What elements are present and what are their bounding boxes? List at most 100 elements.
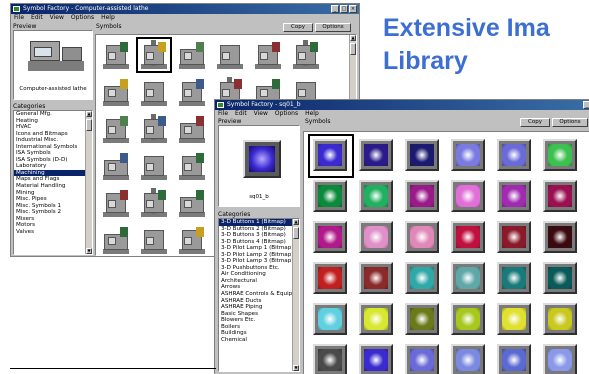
- machine-symbol[interactable]: [174, 185, 210, 221]
- machine-symbol[interactable]: [136, 222, 172, 255]
- headline: Extensive Ima Library: [383, 12, 589, 78]
- menu-file[interactable]: File: [218, 110, 228, 118]
- 3d-button-symbol[interactable]: [448, 259, 490, 299]
- categories-scrollbar[interactable]: ▲ ▼: [85, 111, 92, 254]
- button-preview-image: [243, 140, 281, 178]
- scroll-up-arrow-icon[interactable]: ▲: [293, 219, 299, 225]
- 3d-button-symbol[interactable]: [540, 341, 582, 374]
- 3d-button-symbol[interactable]: [356, 259, 398, 299]
- 3d-button-symbol[interactable]: [310, 218, 352, 258]
- window-titlebar[interactable]: Symbol Factory - sq01_b _: [215, 100, 589, 110]
- 3d-button-symbol[interactable]: [356, 218, 398, 258]
- menu-edit[interactable]: Edit: [235, 110, 247, 118]
- category-item[interactable]: 3-D Pilot Lamp 1 (Bitmap): [219, 245, 299, 252]
- close-button[interactable]: ×: [349, 5, 357, 13]
- 3d-button-symbol[interactable]: [540, 300, 582, 340]
- machine-symbol[interactable]: [174, 148, 210, 184]
- machine-symbol[interactable]: [98, 74, 134, 110]
- 3d-button-symbol[interactable]: [310, 300, 352, 340]
- 3d-button-symbol[interactable]: [540, 177, 582, 217]
- preview-label: Preview: [218, 118, 242, 125]
- 3d-button-symbol[interactable]: [540, 218, 582, 258]
- copy-button[interactable]: Copy: [283, 23, 313, 32]
- 3d-button-symbol[interactable]: [448, 341, 490, 374]
- menu-view[interactable]: View: [254, 110, 268, 118]
- 3d-button-symbol[interactable]: [448, 177, 490, 217]
- scroll-thumb[interactable]: [350, 43, 356, 55]
- 3d-button-symbol[interactable]: [308, 134, 354, 178]
- 3d-button-symbol[interactable]: [494, 218, 536, 258]
- menu-options[interactable]: Options: [275, 110, 298, 118]
- 3d-button-symbol[interactable]: [448, 300, 490, 340]
- machine-symbol[interactable]: [98, 222, 134, 255]
- 3d-button-symbol[interactable]: [402, 341, 444, 374]
- categories-list[interactable]: General Mfg. Heating HVAC Icons and Bitmaps…: [13, 110, 93, 255]
- scroll-up-arrow-icon[interactable]: ▲: [86, 111, 92, 117]
- categories-list[interactable]: 3-D Buttons 1 (Bitmap) 3-D Buttons 2 (Bit…: [218, 218, 300, 372]
- machine-symbol[interactable]: [174, 74, 210, 110]
- 3d-button-symbol[interactable]: [310, 259, 352, 299]
- menu-help[interactable]: Help: [305, 110, 319, 118]
- 3d-button-symbol[interactable]: [356, 300, 398, 340]
- 3d-button-symbol[interactable]: [494, 177, 536, 217]
- category-item[interactable]: ASHRAE Controls & Equip.: [219, 291, 299, 298]
- categories-scrollbar[interactable]: ▲ ▼: [292, 219, 299, 371]
- machine-symbol[interactable]: [136, 111, 172, 147]
- minimize-button[interactable]: _: [331, 5, 339, 13]
- menu-view[interactable]: View: [50, 14, 64, 22]
- scroll-down-arrow-icon[interactable]: ▼: [293, 365, 299, 371]
- 3d-button-symbol[interactable]: [494, 341, 536, 374]
- scroll-thumb[interactable]: [86, 119, 92, 131]
- 3d-button-symbol[interactable]: [448, 136, 490, 176]
- 3d-button-symbol[interactable]: [540, 136, 582, 176]
- machine-symbol[interactable]: [98, 185, 134, 221]
- machine-symbol[interactable]: [174, 222, 210, 255]
- 3d-button-symbol[interactable]: [494, 300, 536, 340]
- machine-symbol[interactable]: [174, 111, 210, 147]
- menu-edit[interactable]: Edit: [31, 14, 43, 22]
- 3d-button-symbol[interactable]: [494, 259, 536, 299]
- maximize-button[interactable]: □: [340, 5, 348, 13]
- 3d-button-symbol[interactable]: [310, 177, 352, 217]
- menu-file[interactable]: File: [14, 14, 24, 22]
- category-items: General Mfg. Heating HVAC Icons and Bitmaps…: [14, 111, 92, 235]
- scroll-thumb[interactable]: [293, 227, 299, 239]
- machine-symbol[interactable]: [288, 37, 324, 73]
- scroll-up-arrow-icon[interactable]: ▲: [350, 35, 356, 41]
- 3d-button-symbol[interactable]: [310, 341, 352, 374]
- options-button[interactable]: Options: [552, 118, 588, 127]
- 3d-button-symbol[interactable]: [356, 136, 398, 176]
- options-button[interactable]: Options: [315, 23, 351, 32]
- machine-symbol[interactable]: [174, 37, 210, 73]
- window-titlebar[interactable]: Symbol Factory - Computer-assisted lathe…: [11, 4, 359, 14]
- scroll-down-arrow-icon[interactable]: ▼: [86, 248, 92, 254]
- machine-symbol[interactable]: [98, 148, 134, 184]
- 3d-button-symbol[interactable]: [448, 218, 490, 258]
- 3d-button-symbol[interactable]: [356, 341, 398, 374]
- machine-symbol[interactable]: [136, 74, 172, 110]
- machine-symbol[interactable]: [136, 37, 172, 73]
- machine-symbol[interactable]: [98, 111, 134, 147]
- window-symbol-factory-buttons[interactable]: Symbol Factory - sq01_b _ File Edit View…: [214, 99, 589, 374]
- machine-symbol[interactable]: [136, 148, 172, 184]
- machine-symbol[interactable]: [212, 37, 248, 73]
- menu-options[interactable]: Options: [71, 14, 94, 22]
- 3d-button-symbol[interactable]: [402, 177, 444, 217]
- 3d-button-symbol[interactable]: [402, 136, 444, 176]
- 3d-button-symbol[interactable]: [402, 218, 444, 258]
- minimize-button[interactable]: _: [583, 101, 589, 109]
- 3d-button-symbol[interactable]: [402, 259, 444, 299]
- category-item[interactable]: Valves: [14, 229, 92, 236]
- copy-button[interactable]: Copy: [520, 118, 550, 127]
- machine-symbol[interactable]: [98, 37, 134, 73]
- 3d-button-symbol[interactable]: [540, 259, 582, 299]
- category-item[interactable]: 3-D Pilot Lamp 3 (Bitmap): [219, 258, 299, 265]
- preview-pane: sq01_b: [218, 125, 300, 207]
- machine-symbol[interactable]: [136, 185, 172, 221]
- 3d-button-symbol[interactable]: [494, 136, 536, 176]
- category-item[interactable]: Chemical: [219, 337, 299, 344]
- machine-symbol[interactable]: [250, 37, 286, 73]
- 3d-button-symbol[interactable]: [402, 300, 444, 340]
- menu-help[interactable]: Help: [101, 14, 115, 22]
- 3d-button-symbol[interactable]: [356, 177, 398, 217]
